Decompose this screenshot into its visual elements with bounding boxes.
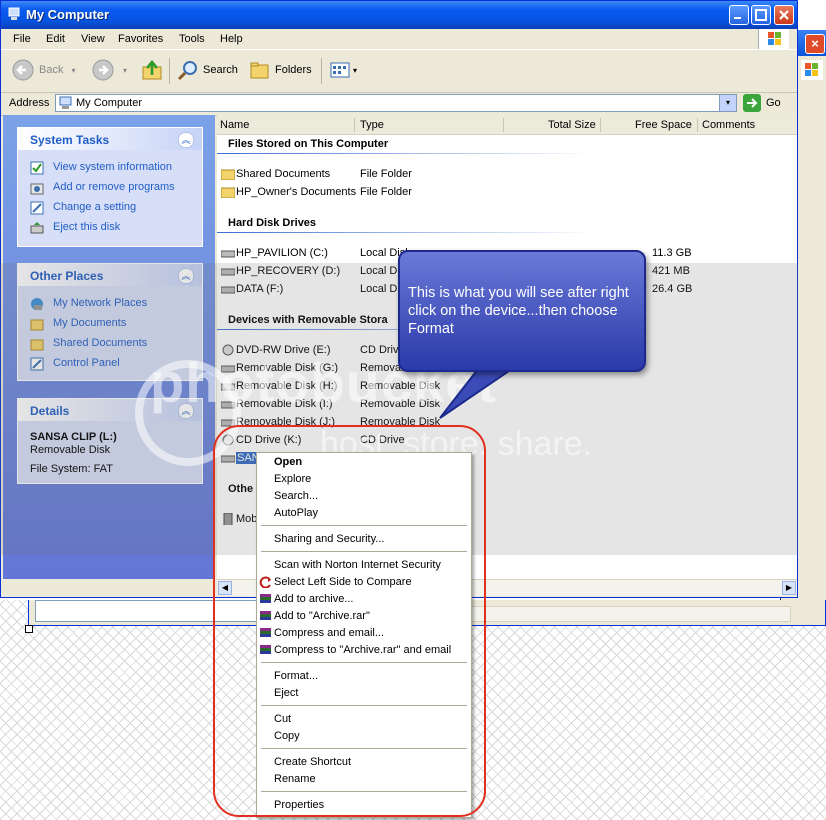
forward-arrow-icon — [92, 59, 114, 81]
windows-logo-icon — [801, 60, 823, 80]
maximize-button[interactable] — [751, 5, 771, 25]
views-button[interactable]: ▾ — [329, 58, 357, 82]
back-label: Back — [39, 64, 64, 76]
system-tasks-header[interactable]: System Tasks ︽ — [18, 128, 202, 150]
column-separator[interactable] — [354, 118, 355, 132]
address-dropdown-icon[interactable]: ▾ — [719, 95, 736, 111]
background-window-close-button[interactable]: × — [805, 34, 825, 54]
back-button[interactable]: Back ▾ — [11, 58, 75, 82]
forward-button[interactable]: ▾ — [91, 58, 127, 82]
highlight-circle — [213, 425, 486, 817]
system-tasks-panel: System Tasks ︽ View system information Ad… — [17, 127, 203, 247]
group-files-stored: Files Stored on This Computer — [228, 138, 389, 150]
menu-edit[interactable]: Edit — [46, 33, 65, 45]
group-hard-disk-drives: Hard Disk Drives — [228, 217, 317, 229]
column-total-size[interactable]: Total Size — [548, 119, 596, 131]
forward-dropdown-icon[interactable]: ▾ — [123, 66, 127, 75]
search-button[interactable]: Search — [177, 58, 238, 82]
menu-tools[interactable]: Tools — [179, 33, 205, 45]
folder-icon — [221, 187, 235, 198]
list-item[interactable]: HP_Owner's Documents File Folder — [221, 184, 721, 202]
views-icon — [330, 62, 350, 78]
system-tasks-title: System Tasks — [30, 133, 110, 147]
up-folder-button[interactable] — [141, 58, 163, 82]
column-name[interactable]: Name — [220, 119, 249, 131]
back-arrow-icon — [12, 59, 34, 81]
toolbar-separator — [321, 58, 322, 84]
add-remove-programs-icon — [30, 183, 44, 195]
callout-annotation: This is what you will see after right cl… — [398, 250, 646, 372]
column-free-space[interactable]: Free Space — [635, 119, 692, 131]
computer-icon — [59, 96, 72, 109]
column-headers: Name Type Total Size Free Space Comments — [217, 115, 797, 135]
callout-text: This is what you will see after right cl… — [408, 285, 629, 337]
item-type: File Folder — [360, 168, 412, 180]
column-separator[interactable] — [503, 118, 504, 132]
item-free-space: 11.3 GB — [652, 247, 692, 259]
group-divider — [217, 232, 597, 233]
search-label: Search — [203, 64, 238, 76]
task-view-system-info[interactable]: View system information — [18, 158, 202, 178]
address-value: My Computer — [76, 97, 143, 109]
scroll-right-icon[interactable]: ▶ — [782, 581, 796, 595]
search-icon — [177, 61, 197, 81]
up-folder-icon — [142, 60, 162, 80]
system-info-icon — [30, 161, 44, 175]
column-comments[interactable]: Comments — [702, 119, 755, 131]
minimize-button[interactable] — [729, 5, 749, 25]
toolbar-separator — [169, 58, 170, 84]
close-button[interactable] — [774, 5, 794, 25]
menu-bar: File Edit View Favorites Tools Help — [1, 29, 797, 50]
folders-label: Folders — [275, 64, 312, 76]
control-panel-icon — [30, 201, 44, 215]
column-separator[interactable] — [600, 118, 601, 132]
task-label: Change a setting — [53, 201, 137, 213]
folder-icon — [221, 169, 235, 180]
go-label: Go — [766, 97, 781, 109]
task-change-setting[interactable]: Change a setting — [18, 198, 202, 218]
address-input[interactable]: My Computer ▾ — [55, 94, 737, 112]
eject-icon — [30, 222, 44, 234]
menu-favorites[interactable]: Favorites — [118, 33, 163, 45]
task-label: Add or remove programs — [53, 181, 175, 193]
folders-icon — [250, 62, 269, 79]
go-button[interactable]: Go — [743, 94, 781, 112]
computer-icon — [8, 7, 20, 20]
hard-disk-icon — [221, 250, 235, 258]
collapse-icon[interactable]: ︽ — [178, 132, 194, 148]
window-title: My Computer — [26, 7, 110, 22]
item-type: File Folder — [360, 186, 412, 198]
group-divider — [217, 153, 597, 154]
address-bar: Address My Computer ▾ Go — [1, 93, 797, 116]
menu-file[interactable]: File — [13, 33, 31, 45]
go-arrow-icon — [743, 94, 761, 112]
title-bar[interactable]: My Computer — [1, 1, 797, 29]
item-name: HP_PAVILION (C:) — [236, 247, 328, 259]
address-label: Address — [9, 97, 50, 109]
task-eject-disk[interactable]: Eject this disk — [18, 218, 202, 238]
column-type[interactable]: Type — [360, 119, 384, 131]
toolbar: Back ▾ ▾ Search Folders ▾ — [1, 50, 797, 93]
folders-button[interactable]: Folders — [249, 58, 312, 82]
item-name: HP_Owner's Documents — [236, 186, 357, 198]
task-label: Eject this disk — [53, 221, 121, 233]
views-dropdown-icon[interactable]: ▾ — [353, 66, 357, 75]
task-label: View system information — [53, 161, 173, 173]
item-name: Shared Documents — [236, 168, 331, 180]
menu-view[interactable]: View — [81, 33, 105, 45]
column-separator[interactable] — [697, 118, 698, 132]
list-item[interactable]: Shared Documents File Folder — [221, 166, 721, 184]
back-dropdown-icon[interactable]: ▾ — [71, 66, 75, 75]
menu-help[interactable]: Help — [220, 33, 243, 45]
task-add-remove-programs[interactable]: Add or remove programs — [18, 178, 202, 198]
windows-flag-icon — [758, 29, 789, 49]
resize-handle[interactable] — [25, 625, 33, 633]
